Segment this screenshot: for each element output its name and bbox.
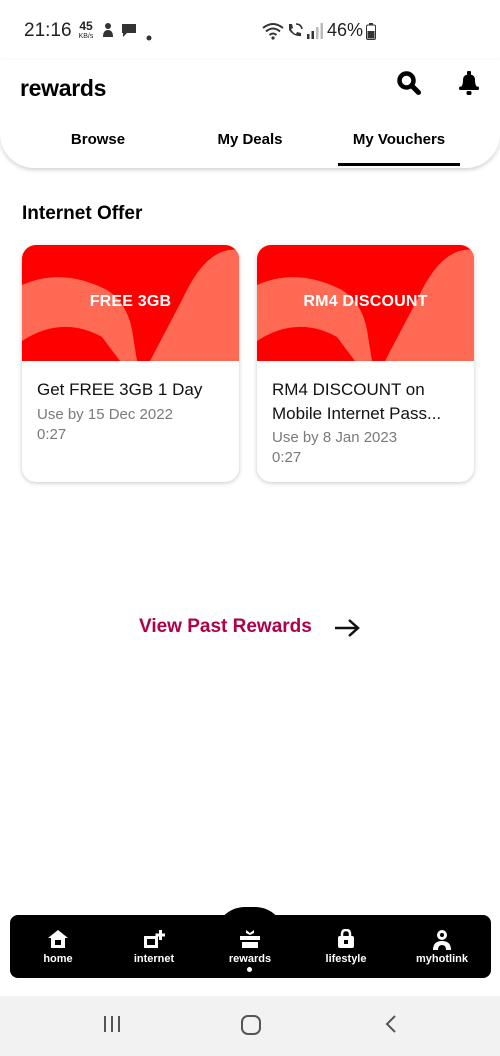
internet-plus-icon bbox=[144, 930, 165, 948]
section-title: Internet Offer bbox=[22, 203, 143, 224]
voucher-card[interactable]: RM4 DISCOUNT RM4 DISCOUNT on Mobile Inte… bbox=[257, 245, 474, 482]
status-time: 21:16 bbox=[24, 20, 72, 41]
voucher-time: 0:27 bbox=[272, 449, 302, 466]
back-icon[interactable] bbox=[383, 1014, 399, 1039]
wifi-icon bbox=[262, 22, 284, 45]
voucher-banner-text: RM4 DISCOUNT bbox=[303, 293, 428, 310]
voucher-banner: FREE 3GB bbox=[22, 245, 239, 361]
voucher-use-by: Use by 8 Jan 2023 bbox=[272, 429, 398, 446]
lifestyle-bag-icon bbox=[338, 929, 354, 948]
nav-lifestyle[interactable]: lifestyle bbox=[308, 915, 384, 978]
wifi-calling-icon bbox=[286, 22, 304, 45]
nav-home-label: home bbox=[43, 953, 73, 965]
more-notifications-dot-icon bbox=[146, 28, 152, 46]
voucher-use-by: Use by 15 Dec 2022 bbox=[37, 406, 173, 423]
network-speed-unit: KB/s bbox=[78, 33, 94, 40]
tab-my-deals[interactable]: My Deals bbox=[195, 122, 305, 168]
battery-percent: 46% bbox=[327, 20, 364, 40]
nav-rewards-label: rewards bbox=[228, 953, 272, 965]
search-icon[interactable] bbox=[396, 70, 422, 96]
voucher-banner: RM4 DISCOUNT bbox=[257, 245, 474, 361]
nav-internet-label: internet bbox=[133, 953, 175, 965]
network-speed: 45 KB/s bbox=[76, 20, 96, 40]
page-title: rewards bbox=[20, 75, 107, 101]
network-speed-value: 45 bbox=[79, 19, 93, 33]
voucher-banner-text: FREE 3GB bbox=[89, 293, 172, 310]
arrow-right-icon[interactable] bbox=[334, 618, 360, 643]
active-nav-indicator bbox=[247, 967, 252, 972]
rewards-icon bbox=[240, 930, 260, 948]
home-button-icon[interactable] bbox=[240, 1014, 262, 1041]
message-icon bbox=[121, 22, 137, 43]
voucher-card[interactable]: FREE 3GB Get FREE 3GB 1 Day Use by 15 De… bbox=[22, 245, 239, 482]
voucher-title: RM4 DISCOUNT on Mobile Internet Pass... bbox=[272, 380, 442, 423]
status-bar: 21:16 45 KB/s 46% bbox=[0, 0, 500, 60]
active-tab-indicator bbox=[338, 163, 460, 166]
notification-bell-icon[interactable] bbox=[456, 70, 482, 96]
tab-browse[interactable]: Browse bbox=[48, 122, 148, 168]
nav-home[interactable]: home bbox=[20, 915, 96, 978]
user-icon bbox=[433, 930, 451, 950]
recent-apps-icon[interactable] bbox=[102, 1014, 122, 1039]
view-past-rewards-link[interactable]: View Past Rewards bbox=[139, 616, 312, 640]
nav-lifestyle-label: lifestyle bbox=[325, 953, 367, 965]
app-header: rewards Browse My Deals My Vouchers bbox=[0, 60, 500, 168]
nav-internet[interactable]: internet bbox=[116, 915, 192, 978]
voucher-time: 0:27 bbox=[37, 426, 67, 443]
voucher-title: Get FREE 3GB 1 Day bbox=[37, 380, 203, 399]
signal-icon bbox=[306, 22, 324, 45]
nav-myhotlink-label: myhotlink bbox=[416, 953, 468, 965]
system-navigation-bar bbox=[0, 996, 500, 1056]
home-icon bbox=[48, 930, 68, 948]
tab-bar: Browse My Deals My Vouchers bbox=[0, 122, 500, 168]
tab-my-vouchers[interactable]: My Vouchers bbox=[338, 122, 460, 168]
nav-myhotlink[interactable]: myhotlink bbox=[404, 915, 480, 978]
notification-app-icon bbox=[100, 22, 116, 43]
battery-icon bbox=[366, 23, 376, 45]
